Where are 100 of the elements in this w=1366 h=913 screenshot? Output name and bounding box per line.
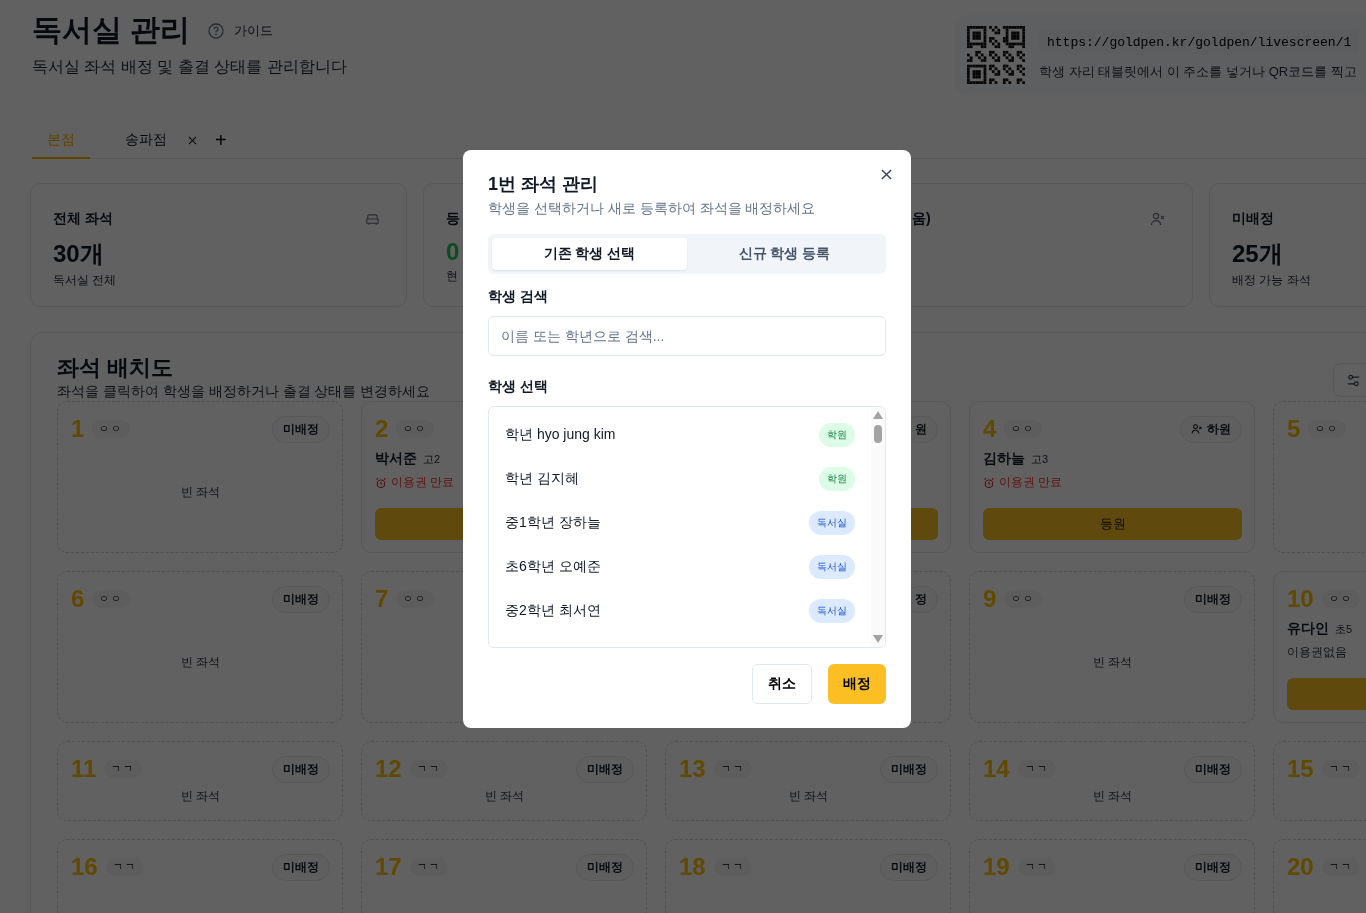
field-label: 학생 선택: [488, 378, 549, 396]
search-field[interactable]: 이름 또는 학년으로 검색...: [488, 316, 886, 356]
student-item[interactable]: 중2학년 최서연 독서실: [489, 589, 871, 633]
seat-card[interactable]: 4 ㅇㅇ 하원 김하늘 고3 이용권 만료 등원: [969, 401, 1255, 553]
seat-tag: ㅇㅇ: [92, 590, 131, 608]
status-text: 미배정: [283, 760, 319, 778]
seat-number: 17: [375, 853, 402, 881]
status-text: 미배정: [283, 420, 319, 438]
seat-card[interactable]: 15 ㄱㄱ: [1273, 741, 1366, 821]
pass-status: 이용권 만료: [999, 474, 1063, 491]
student-name: 유다인: [1287, 620, 1329, 638]
student-item[interactable]: 초6학년 오예준 독서실: [489, 545, 871, 589]
add-tab-button[interactable]: +: [215, 128, 227, 152]
check-in-button[interactable]: 등원: [983, 508, 1242, 540]
student-item[interactable]: 학년 김지혜 학원: [489, 457, 871, 501]
seat-tag: ㄱㄱ: [409, 858, 448, 876]
dialog-title: 1번 좌석 관리: [488, 173, 599, 196]
seat-number: 9: [983, 585, 997, 613]
student-grade: 초5: [1335, 622, 1353, 637]
seat-number: 6: [71, 585, 85, 613]
seat-card[interactable]: 6 ㅇㅇ 미배정 빈 좌석: [57, 571, 343, 723]
seat-tag: ㄱㄱ: [1017, 760, 1056, 778]
seat-tag: ㄱㄱ: [1321, 858, 1360, 876]
close-icon[interactable]: [881, 169, 892, 180]
dialog-tab[interactable]: 신규 학생 등록: [687, 238, 882, 270]
empty-seat-label: 빈 좌석: [180, 483, 221, 501]
seat-card[interactable]: 13 ㄱㄱ 미배정 빈 좌석: [665, 741, 951, 821]
stat-value: 30개: [53, 239, 104, 269]
student-grade: 고2: [423, 452, 441, 467]
alarm-clock-icon: [375, 476, 387, 489]
student-item[interactable]: 중1학년 장하늘 독서실: [489, 501, 871, 545]
status-text: 정: [915, 590, 927, 608]
seat-number: 7: [375, 585, 389, 613]
status-text: 미배정: [1195, 858, 1231, 876]
empty-seat-label: 빈 좌석: [180, 653, 221, 671]
status-text: 미배정: [587, 858, 623, 876]
seat-tag: ㅇㅇ: [1004, 590, 1043, 608]
pass-status: 이용권 만료: [391, 474, 455, 491]
stat-title: 움): [912, 210, 931, 228]
section-subtitle: 좌석을 클릭하여 학생을 배정하거나 출결 상태를 변경하세요: [57, 383, 431, 401]
filter-button[interactable]: [1333, 363, 1366, 397]
seat-number: 10: [1287, 585, 1314, 613]
status-text: 미배정: [283, 858, 319, 876]
pass-status: 이용권없음: [1287, 644, 1347, 661]
cancel-button[interactable]: 취소: [752, 664, 812, 704]
seat-card[interactable]: 1 ㅇㅇ 미배정 빈 좌석: [57, 401, 343, 553]
seat-tag: ㄱㄱ: [105, 858, 144, 876]
seat-number: 18: [679, 853, 706, 881]
stat-value: 0: [446, 238, 460, 266]
dialog-subtitle: 학생을 선택하거나 새로 등록하여 좌석을 배정하세요: [488, 200, 817, 218]
seat-tag: ㅇㅇ: [1308, 420, 1347, 438]
empty-seat-label: 빈 좌석: [180, 787, 221, 805]
armchair-icon: [365, 211, 380, 227]
field-label: 학생 검색: [488, 288, 549, 306]
seat-tag: ㅇㅇ: [1004, 420, 1043, 438]
student-name: 학년 hyo jung kim: [505, 426, 616, 444]
scroll-up-icon[interactable]: [873, 411, 883, 419]
section-title: 좌석 배치도: [57, 354, 175, 382]
student-type-badge: 독서실: [809, 599, 855, 623]
stat-title: 전체 좌석: [53, 210, 113, 228]
seat-number: 11: [71, 755, 97, 783]
seat-card[interactable]: 5 ㅇㅇ: [1273, 401, 1366, 553]
branch-tab[interactable]: 송파점: [110, 122, 182, 159]
student-name: 초6학년 오예준: [505, 558, 601, 576]
student-item[interactable]: 학년 hyo jung kim 학원: [489, 413, 871, 457]
seat-tag: ㅇㅇ: [1321, 590, 1360, 608]
student-name: 중2학년 최서연: [505, 602, 601, 620]
seat-card[interactable]: 14 ㄱㄱ 미배정 빈 좌석: [969, 741, 1255, 821]
seat-card[interactable]: 10 ㅇㅇ 유다인 초5 이용권없음: [1273, 571, 1366, 723]
seat-number: 2: [375, 415, 389, 443]
status-text: 미배정: [1195, 760, 1231, 778]
seat-tag: ㅇㅇ: [396, 420, 435, 438]
user-x-icon: [1150, 211, 1166, 227]
seat-card[interactable]: 9 ㅇㅇ 미배정 빈 좌석: [969, 571, 1255, 723]
scroll-down-icon[interactable]: [873, 635, 883, 643]
help-icon[interactable]: [208, 22, 225, 39]
stat-title: 미배정: [1232, 210, 1274, 228]
empty-seat-label: 빈 좌석: [1092, 787, 1133, 805]
seat-tag: ㄱㄱ: [713, 858, 752, 876]
dialog-tab[interactable]: 기존 학생 선택: [492, 238, 687, 270]
scrollbar[interactable]: [871, 407, 885, 647]
livescreen-help-text: 학생 자리 태블릿에서 이 주소를 넣거나 QR코드를 찍고: [1039, 62, 1358, 81]
status-text: 미배정: [283, 590, 319, 608]
seat-card[interactable]: 11 ㄱㄱ 미배정 빈 좌석: [57, 741, 343, 821]
qr-code-drawing: [967, 26, 1025, 84]
stat-value: 25개: [1232, 239, 1283, 269]
student-type-badge: 학원: [819, 467, 855, 491]
assign-button[interactable]: 배정: [828, 664, 886, 704]
status-text: 미배정: [1195, 590, 1231, 608]
scrollbar-thumb[interactable]: [874, 425, 882, 443]
guide-link[interactable]: 가이드: [234, 21, 274, 40]
alarm-clock-icon: [983, 476, 995, 489]
status-text: 미배정: [891, 858, 927, 876]
student-name: 박서준: [375, 450, 417, 468]
seat-tag: ㄱㄱ: [1321, 760, 1360, 778]
seat-card[interactable]: 12 ㄱㄱ 미배정 빈 좌석: [361, 741, 647, 821]
student-name: 김하늘: [983, 450, 1025, 468]
empty-seat-label: 빈 좌석: [1092, 653, 1133, 671]
seat-number: 15: [1287, 755, 1314, 783]
student-type-badge: 독서실: [809, 511, 855, 535]
